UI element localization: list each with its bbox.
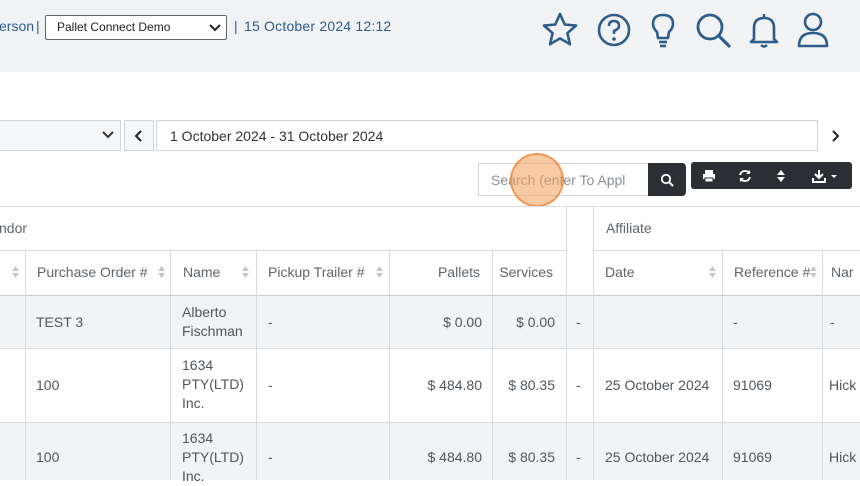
column-header-name[interactable]: Name — [183, 264, 220, 280]
download-icon — [811, 169, 837, 183]
search-button[interactable] — [648, 163, 686, 196]
cell-pallets: $ 484.80 — [427, 377, 483, 393]
table-top-border — [0, 206, 860, 207]
group-header-divider — [594, 250, 860, 251]
sort-arrows-icon[interactable] — [158, 266, 165, 278]
cell-services: $ 80.35 — [508, 377, 555, 393]
column-divider — [593, 207, 594, 480]
user-link[interactable]: erson — [0, 18, 34, 34]
cell-pickup-trailer: - — [268, 377, 273, 393]
search-icon — [660, 173, 674, 187]
cell-separator: - — [576, 314, 581, 330]
chevron-down-icon — [209, 24, 221, 32]
column-divider — [492, 251, 493, 480]
refresh-icon — [739, 169, 751, 182]
cell-date: 25 October 2024 — [605, 449, 710, 465]
chevron-right-icon — [832, 129, 840, 142]
cell-purchase-order: 100 — [36, 449, 60, 465]
cell-affiliate-name: Hick — [829, 377, 857, 393]
cell-pickup-trailer: - — [268, 314, 273, 330]
group-header-divider — [0, 250, 567, 251]
header-separator: | — [36, 18, 40, 34]
column-divider — [566, 207, 567, 480]
cell-services: $ 0.00 — [516, 314, 555, 330]
column-divider — [170, 251, 171, 480]
chevron-down-icon — [102, 131, 114, 139]
column-header-pickup-trailer[interactable]: Pickup Trailer # — [268, 264, 364, 280]
chevron-left-icon — [134, 129, 142, 142]
sort-arrows-icon[interactable] — [242, 266, 249, 278]
sort-arrows-icon[interactable] — [12, 266, 19, 278]
cell-purchase-order: 100 — [36, 377, 60, 393]
cell-pickup-trailer: - — [268, 449, 273, 465]
cell-reference: 91069 — [733, 377, 772, 393]
print-button[interactable] — [691, 162, 727, 189]
cell-name: Alberto Fischman — [182, 304, 243, 339]
refresh-button[interactable] — [727, 162, 763, 189]
user-icon[interactable] — [791, 8, 835, 52]
star-icon[interactable] — [538, 8, 582, 52]
cell-reference: 91069 — [733, 449, 772, 465]
organization-select[interactable]: Pallet Connect Demo — [45, 15, 227, 40]
date-range-input[interactable]: 1 October 2024 - 31 October 2024 — [156, 120, 818, 151]
sort-icon — [777, 169, 785, 182]
cell-name: 1634 PTY(LTD) Inc. — [182, 357, 244, 411]
search-icon[interactable] — [691, 8, 735, 52]
column-divider — [256, 251, 257, 480]
column-header-date[interactable]: Date — [605, 264, 635, 280]
cell-date: 25 October 2024 — [605, 377, 710, 393]
column-header-services[interactable]: Services — [495, 264, 553, 280]
column-divider — [25, 251, 26, 480]
column-header-reference[interactable]: Reference # — [734, 264, 810, 280]
group-header-affiliate: Affiliate — [606, 220, 652, 236]
lightbulb-icon[interactable] — [641, 8, 685, 52]
cell-separator: - — [576, 449, 581, 465]
current-datetime: 15 October 2024 12:12 — [244, 18, 392, 34]
cell-separator: - — [576, 377, 581, 393]
column-header-purchase-order[interactable]: Purchase Order # — [37, 264, 148, 280]
help-icon[interactable] — [592, 8, 636, 52]
group-header-vendor: ndor — [0, 220, 28, 236]
cell-affiliate-name: Hick — [829, 449, 857, 465]
row-divider — [0, 348, 860, 349]
download-button[interactable] — [799, 162, 852, 189]
next-period-button[interactable] — [820, 120, 850, 151]
table-toolbar — [691, 162, 852, 189]
sort-arrows-icon[interactable] — [810, 266, 817, 278]
bell-icon[interactable] — [742, 8, 786, 52]
column-divider — [722, 251, 723, 480]
filter-select[interactable] — [0, 120, 121, 151]
cell-pallets: $ 484.80 — [427, 449, 483, 465]
header-separator: | — [234, 18, 238, 34]
organization-select-value: Pallet Connect Demo — [57, 20, 171, 34]
cell-reference: - — [733, 314, 738, 330]
column-header-name-affiliate[interactable]: Nar — [831, 264, 854, 280]
sort-arrows-icon[interactable] — [709, 266, 716, 278]
cell-affiliate-name: - — [830, 314, 835, 330]
column-divider — [389, 251, 390, 480]
print-icon — [703, 169, 715, 182]
sort-arrows-icon[interactable] — [376, 266, 383, 278]
cell-pallets: $ 0.00 — [443, 314, 482, 330]
cell-purchase-order: TEST 3 — [36, 314, 84, 330]
sort-button[interactable] — [763, 162, 799, 189]
top-header-bar: erson | Pallet Connect Demo | 15 October… — [0, 0, 860, 72]
cell-name: 1634 PTY(LTD) Inc. — [182, 430, 244, 484]
column-divider — [822, 251, 823, 480]
previous-period-button[interactable] — [124, 120, 154, 151]
cell-services: $ 80.35 — [508, 449, 555, 465]
column-header-pallets[interactable]: Pallets — [400, 264, 480, 280]
click-indicator — [510, 153, 564, 207]
